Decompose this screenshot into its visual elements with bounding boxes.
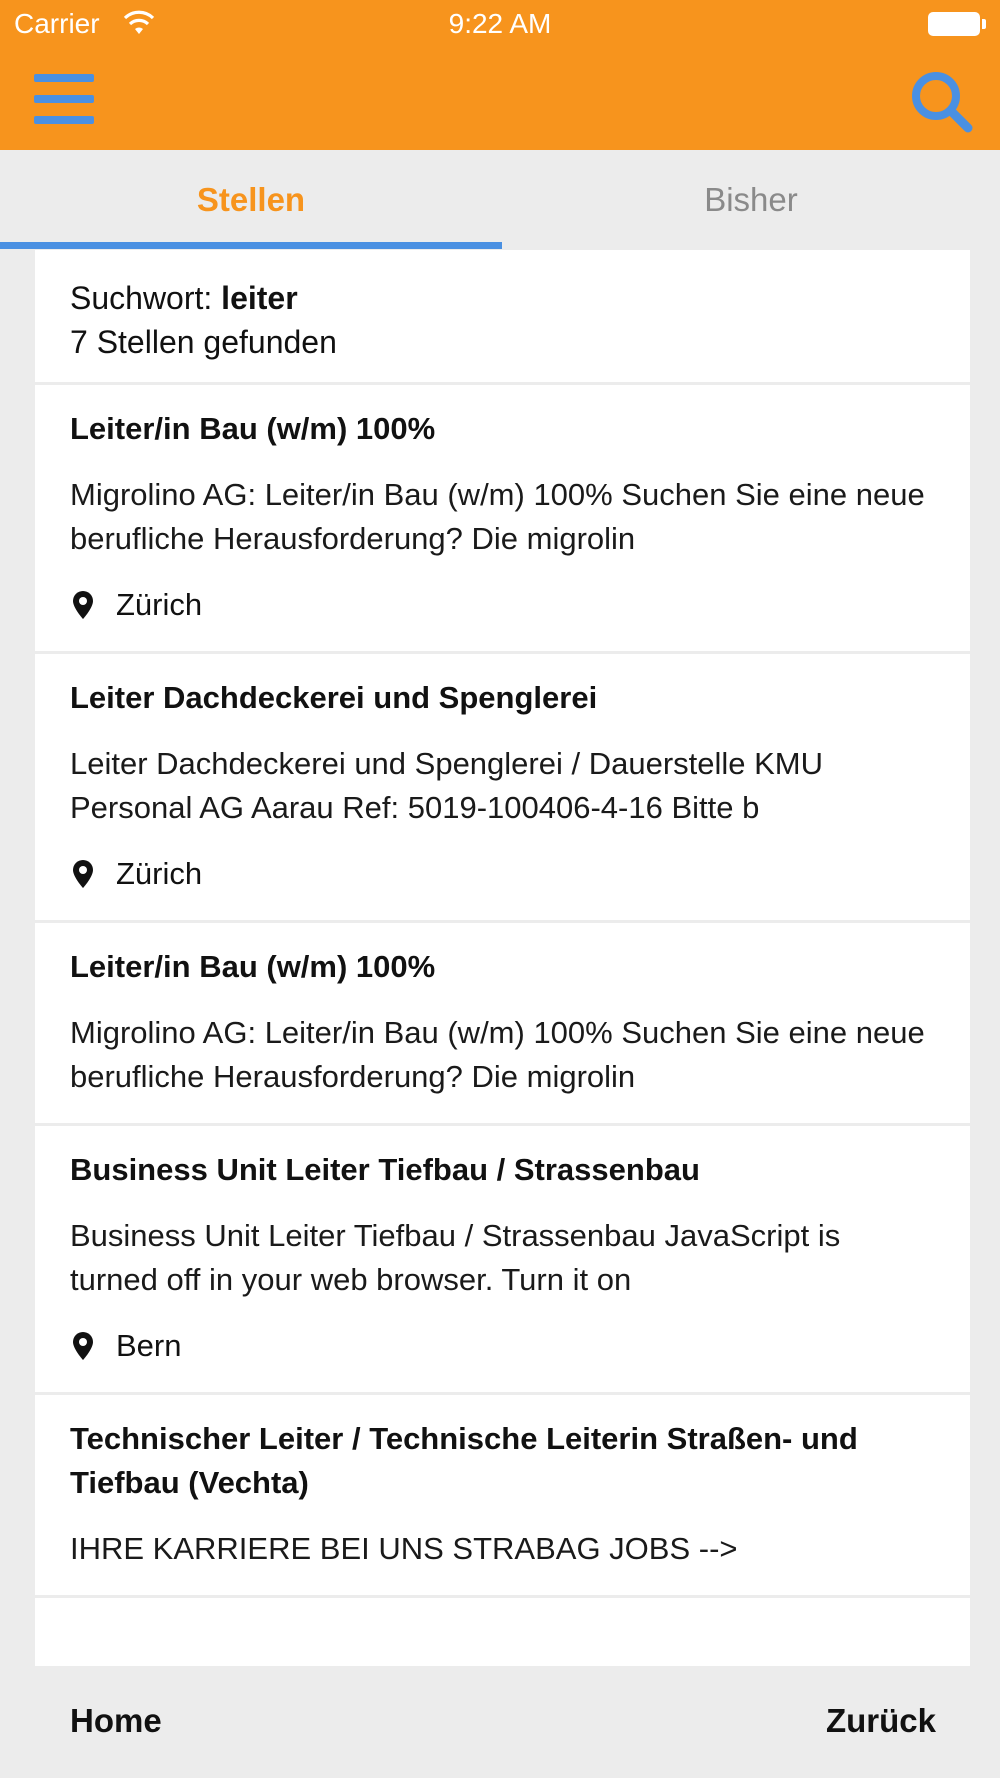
search-keyword-line: Suchwort: leiter xyxy=(70,276,970,320)
location-pin-icon xyxy=(73,1332,93,1360)
job-card[interactable]: Leiter/in Bau (w/m) 100% Migrolino AG: L… xyxy=(35,385,970,654)
job-title: Technischer Leiter / Technische Leiterin… xyxy=(70,1421,858,1500)
search-keyword: leiter xyxy=(221,280,298,316)
top-navbar xyxy=(0,50,1000,150)
job-card[interactable]: Leiter Dachdeckerei und Spenglerei Leite… xyxy=(35,654,970,923)
tab-stellen[interactable]: Stellen xyxy=(0,150,502,250)
job-location-label: Bern xyxy=(116,1328,182,1363)
bottom-bar: Home Zurück xyxy=(0,1666,1000,1778)
job-description: Business Unit Leiter Tiefbau / Strassenb… xyxy=(70,1218,841,1297)
job-description: Leiter Dachdeckerei und Spenglerei / Dau… xyxy=(70,746,824,825)
hamburger-menu-icon[interactable] xyxy=(34,72,94,126)
job-location-label: Zürich xyxy=(116,856,203,891)
job-list[interactable]: Suchwort: leiter 7 Stellen gefunden Leit… xyxy=(35,250,970,1666)
job-title: Business Unit Leiter Tiefbau / Strassenb… xyxy=(70,1152,700,1187)
job-description: Migrolino AG: Leiter/in Bau (w/m) 100% S… xyxy=(70,477,925,556)
clock: 9:22 AM xyxy=(448,8,552,39)
job-title: Leiter Dachdeckerei und Spenglerei xyxy=(70,680,598,715)
location-pin-icon xyxy=(73,860,93,888)
tab-bisher[interactable]: Bisher xyxy=(502,150,1000,250)
job-location: Bern xyxy=(70,1324,935,1368)
search-summary: Suchwort: leiter 7 Stellen gefunden xyxy=(35,250,970,385)
tab-bar: Stellen Bisher xyxy=(0,150,1000,250)
job-location-label: Zürich xyxy=(116,587,203,622)
job-title: Leiter/in Bau (w/m) 100% xyxy=(70,411,436,446)
job-location: Zürich xyxy=(70,852,935,896)
search-keyword-label: Suchwort: xyxy=(70,280,213,316)
job-location: Zürich xyxy=(70,583,935,627)
job-card[interactable]: Technischer Leiter / Technische Leiterin… xyxy=(35,1395,970,1598)
job-card[interactable]: Business Unit Leiter Tiefbau / Strassenb… xyxy=(35,1126,970,1395)
location-pin-icon xyxy=(73,591,93,619)
job-description: Migrolino AG: Leiter/in Bau (w/m) 100% S… xyxy=(70,1015,925,1094)
result-count: 7 Stellen gefunden xyxy=(70,324,337,360)
back-button[interactable]: Zurück xyxy=(826,1702,936,1740)
search-icon[interactable] xyxy=(908,68,974,134)
job-card[interactable]: Leiter/in Bau (w/m) 100% Migrolino AG: L… xyxy=(35,923,970,1126)
home-button[interactable]: Home xyxy=(70,1702,162,1740)
active-tab-indicator xyxy=(0,242,502,249)
battery-icon xyxy=(928,12,986,36)
job-title: Leiter/in Bau (w/m) 100% xyxy=(70,949,436,984)
job-description: IHRE KARRIERE BEI UNS STRABAG JOBS --> xyxy=(70,1531,738,1566)
status-bar: Carrier 9:22 AM xyxy=(0,0,1000,50)
